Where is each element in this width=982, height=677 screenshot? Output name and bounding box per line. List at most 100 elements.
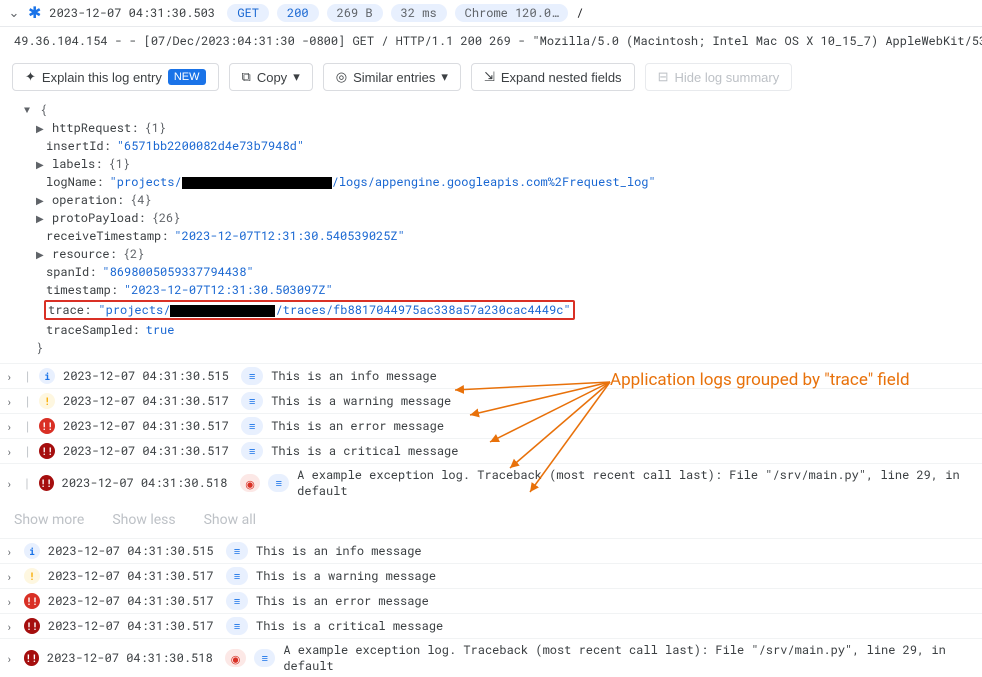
http-status-pill[interactable]: 200	[277, 4, 319, 22]
expand-chevron-icon[interactable]: ›	[6, 369, 16, 384]
json-key[interactable]: trace:	[48, 302, 91, 318]
json-key[interactable]: resource:	[52, 246, 117, 262]
trace-chip-icon[interactable]: ≡	[241, 442, 263, 460]
trace-chip-icon[interactable]: ≡	[241, 392, 263, 410]
log-timestamp: 2023-12-07 04:31:30.517	[63, 393, 233, 409]
json-value[interactable]: "2023-12-07T12:31:30.503097Z"	[124, 282, 333, 298]
trace-chip-icon[interactable]: ≡	[226, 592, 248, 610]
request-path: /	[576, 5, 583, 21]
json-count: {26}	[152, 210, 181, 226]
log-row[interactable]: › !! 2023-12-07 04:31:30.517 ≡ This is a…	[0, 613, 982, 638]
json-value[interactable]: "8698005059337794438"	[102, 264, 253, 280]
collapse-chevron[interactable]: ⌄	[8, 6, 20, 21]
explain-button[interactable]: ✦ Explain this log entry NEW	[12, 63, 219, 91]
log-timestamp: 2023-12-07 04:31:30.517	[48, 593, 218, 609]
header-timestamp: 2023-12-07 04:31:30.503	[49, 5, 219, 21]
log-timestamp: 2023-12-07 04:31:30.517	[48, 568, 218, 584]
show-more-link[interactable]: Show more	[14, 512, 84, 528]
severity-crit-icon: !!	[24, 618, 40, 634]
user-agent-pill[interactable]: Chrome 120.0…	[455, 4, 569, 22]
log-message: A example exception log. Traceback (most…	[283, 642, 976, 674]
show-less-link[interactable]: Show less	[112, 512, 175, 528]
json-key[interactable]: logName:	[46, 174, 104, 190]
copy-button[interactable]: ⧉ Copy ▾	[229, 63, 313, 91]
json-key[interactable]: spanId:	[46, 264, 96, 280]
log-timestamp: 2023-12-07 04:31:30.517	[48, 618, 218, 634]
expand-chevron-icon[interactable]: ›	[6, 594, 16, 609]
response-size-pill[interactable]: 269 B	[327, 4, 383, 22]
json-key[interactable]: protoPayload:	[52, 210, 146, 226]
show-all-link[interactable]: Show all	[204, 512, 256, 528]
json-count: {2}	[123, 246, 145, 262]
json-value[interactable]: "6571bb2200082d4e73b7948d"	[117, 138, 304, 154]
json-key[interactable]: timestamp:	[46, 282, 118, 298]
expand-chevron-icon[interactable]: ›	[6, 569, 16, 584]
expand-nested-button[interactable]: ⇲ Expand nested fields	[471, 63, 635, 91]
trace-chip-icon[interactable]: ≡	[254, 649, 275, 667]
log-row[interactable]: › | i 2023-12-07 04:31:30.515 ≡ This is …	[0, 363, 982, 388]
severity-crit-icon: !!	[24, 650, 39, 666]
trace-chip-icon[interactable]: ≡	[241, 367, 263, 385]
log-row[interactable]: › !! 2023-12-07 04:31:30.518 ◉ ≡ A examp…	[0, 638, 982, 677]
nesting-bar: |	[24, 418, 31, 434]
expand-chevron-icon[interactable]: ›	[6, 476, 15, 491]
raw-log-text: 49.36.104.154 - - [07/Dec/2023:04:31:30 …	[0, 27, 982, 55]
log-row[interactable]: › !! 2023-12-07 04:31:30.517 ≡ This is a…	[0, 588, 982, 613]
json-key[interactable]: operation:	[52, 192, 124, 208]
json-payload: ▼{ ▶httpRequest: {1} insertId: "6571bb22…	[0, 99, 982, 363]
copy-icon: ⧉	[242, 69, 251, 85]
trace-chip-icon[interactable]: ≡	[268, 474, 289, 492]
copy-label: Copy	[257, 70, 287, 85]
log-message: This is an info message	[271, 368, 437, 384]
log-row[interactable]: › | ! 2023-12-07 04:31:30.517 ≡ This is …	[0, 388, 982, 413]
json-key[interactable]: receiveTimestamp:	[46, 228, 168, 244]
trace-chip-icon[interactable]: ≡	[241, 417, 263, 435]
expand-arrow-icon[interactable]: ▶	[36, 194, 46, 207]
hide-label: Hide log summary	[674, 70, 779, 85]
log-timestamp: 2023-12-07 04:31:30.517	[63, 443, 233, 459]
json-value[interactable]: true	[146, 322, 175, 338]
json-value[interactable]: "2023-12-07T12:31:30.540539025Z"	[174, 228, 404, 244]
log-header-row[interactable]: ⌄ ✱ 2023-12-07 04:31:30.503 GET 200 269 …	[0, 0, 982, 27]
expand-chevron-icon[interactable]: ›	[6, 419, 16, 434]
latency-pill[interactable]: 32 ms	[391, 4, 447, 22]
json-key[interactable]: httpRequest:	[52, 120, 138, 136]
expand-chevron-icon[interactable]: ›	[6, 544, 16, 559]
log-row[interactable]: › ! 2023-12-07 04:31:30.517 ≡ This is a …	[0, 563, 982, 588]
json-collapse-icon[interactable]: ▼	[24, 103, 34, 117]
expand-chevron-icon[interactable]: ›	[6, 444, 16, 459]
nesting-bar: |	[24, 393, 31, 409]
json-key[interactable]: labels:	[52, 156, 102, 172]
error-report-icon[interactable]: ◉	[240, 474, 261, 492]
json-value[interactable]: "projects//traces/fb8817044975ac338a57a2…	[98, 302, 570, 318]
json-key[interactable]: traceSampled:	[46, 322, 140, 338]
json-count: {1}	[108, 156, 130, 172]
expand-chevron-icon[interactable]: ›	[6, 651, 16, 666]
log-message: This is a critical message	[256, 618, 443, 634]
log-message: This is an info message	[256, 543, 422, 559]
trace-chip-icon[interactable]: ≡	[226, 542, 248, 560]
expand-arrow-icon[interactable]: ▶	[36, 212, 46, 225]
json-count: {1}	[144, 120, 166, 136]
log-row[interactable]: › | !! 2023-12-07 04:31:30.517 ≡ This is…	[0, 413, 982, 438]
error-report-icon[interactable]: ◉	[225, 649, 246, 667]
trace-chip-icon[interactable]: ≡	[226, 617, 248, 635]
log-row[interactable]: › | !! 2023-12-07 04:31:30.518 ◉ ≡ A exa…	[0, 463, 982, 502]
log-row[interactable]: › i 2023-12-07 04:31:30.515 ≡ This is an…	[0, 538, 982, 563]
expand-arrow-icon[interactable]: ▶	[36, 122, 46, 135]
http-method-pill[interactable]: GET	[227, 4, 269, 22]
expand-arrow-icon[interactable]: ▶	[36, 158, 46, 171]
json-value[interactable]: "projects//logs/appengine.googleapis.com…	[110, 174, 656, 190]
nested-logs-group: › | i 2023-12-07 04:31:30.515 ≡ This is …	[0, 363, 982, 502]
log-row[interactable]: › | !! 2023-12-07 04:31:30.517 ≡ This is…	[0, 438, 982, 463]
redacted-project	[182, 177, 332, 189]
expand-chevron-icon[interactable]: ›	[6, 619, 16, 634]
expand-chevron-icon[interactable]: ›	[6, 394, 16, 409]
json-key[interactable]: insertId:	[46, 138, 111, 154]
json-count: {4}	[130, 192, 152, 208]
dropdown-caret-icon: ▾	[441, 69, 448, 85]
trace-chip-icon[interactable]: ≡	[226, 567, 248, 585]
nesting-bar: |	[24, 368, 31, 384]
similar-entries-button[interactable]: ◎ Similar entries ▾	[323, 63, 461, 91]
expand-arrow-icon[interactable]: ▶	[36, 248, 46, 261]
